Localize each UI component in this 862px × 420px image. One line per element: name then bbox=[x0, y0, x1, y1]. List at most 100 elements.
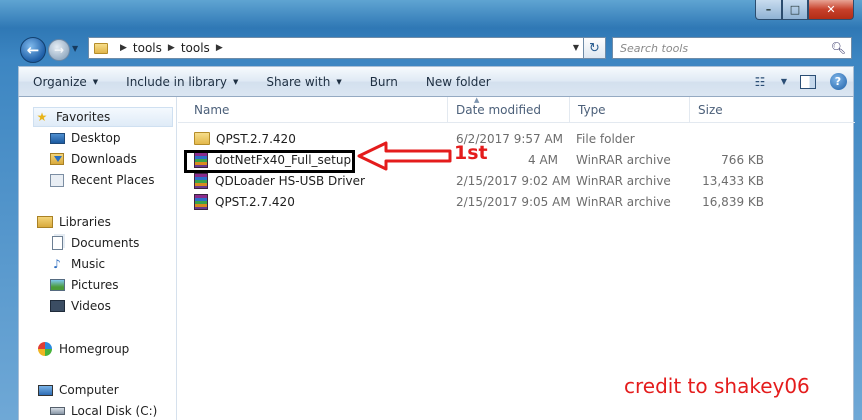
nav-item-libraries[interactable]: Libraries bbox=[37, 212, 111, 232]
file-size: 13,433 KB bbox=[702, 173, 764, 188]
navigation-pane: ★ Favorites Desktop Downloads Recent Pla… bbox=[19, 97, 177, 420]
nav-item-local-disk[interactable]: Local Disk (C:) bbox=[49, 401, 157, 420]
nav-label: Libraries bbox=[59, 215, 111, 229]
folder-icon bbox=[94, 42, 108, 54]
column-header-type[interactable]: Type bbox=[570, 97, 690, 123]
nav-item-pictures[interactable]: Pictures bbox=[49, 275, 119, 295]
winrar-icon bbox=[194, 151, 208, 168]
nav-item-downloads[interactable]: Downloads bbox=[49, 149, 137, 169]
nav-label: Recent Places bbox=[71, 173, 155, 187]
nav-label: Favorites bbox=[56, 110, 111, 124]
column-header-date[interactable]: Date modified bbox=[448, 97, 570, 123]
chevron-right-icon[interactable]: ▶ bbox=[120, 43, 127, 53]
file-size: 16,839 KB bbox=[702, 194, 764, 209]
search-icon[interactable]: 🔍︎ bbox=[831, 41, 846, 55]
chevron-right-icon[interactable]: ▶ bbox=[168, 43, 175, 53]
nav-label: Downloads bbox=[71, 152, 137, 166]
organize-label: Organize bbox=[33, 74, 87, 89]
caption-buttons: – □ ✕ bbox=[755, 0, 854, 20]
nav-label: Videos bbox=[71, 299, 111, 313]
chevron-down-icon: ▼ bbox=[92, 77, 99, 86]
refresh-button[interactable]: ↻ bbox=[584, 37, 606, 59]
videos-icon bbox=[49, 300, 65, 312]
nav-label: Homegroup bbox=[59, 342, 130, 356]
arrow-right-icon: → bbox=[53, 43, 65, 57]
help-icon: ? bbox=[829, 73, 847, 90]
file-size bbox=[664, 128, 764, 149]
file-row[interactable]: QPST.2.7.420 2/15/2017 9:05 AM WinRAR ar… bbox=[178, 191, 855, 212]
nav-item-videos[interactable]: Videos bbox=[49, 296, 111, 316]
share-with-button[interactable]: Share with ▼ bbox=[252, 67, 355, 96]
new-folder-label: New folder bbox=[425, 74, 491, 89]
burn-button[interactable]: Burn bbox=[356, 67, 412, 96]
folder-icon bbox=[194, 132, 210, 145]
back-button[interactable]: ← bbox=[20, 37, 46, 63]
red-arrow-annotation bbox=[357, 141, 452, 171]
nav-item-documents[interactable]: Documents bbox=[49, 233, 139, 253]
column-header-label: Size bbox=[698, 103, 723, 117]
nav-label: Local Disk (C:) bbox=[71, 404, 158, 418]
file-date: 4 AM bbox=[528, 152, 559, 167]
command-bar: Organize ▼ Include in library ▼ Share with… bbox=[18, 66, 854, 97]
column-header-row: ▲ Name Date modified Type Size bbox=[178, 96, 855, 123]
file-row[interactable]: dotNetFx40_Full_setup 4 AM WinRAR archiv… bbox=[178, 149, 855, 170]
forward-button[interactable]: → bbox=[48, 39, 70, 61]
view-list-icon: ☷ bbox=[754, 74, 766, 89]
documents-icon bbox=[51, 236, 63, 250]
preview-pane-button[interactable] bbox=[793, 67, 823, 96]
chevron-right-icon[interactable]: ▶ bbox=[216, 43, 223, 53]
nav-item-favorites[interactable]: ★ Favorites bbox=[33, 107, 173, 127]
view-options-dropdown[interactable]: ▼ bbox=[775, 67, 793, 96]
winrar-icon bbox=[194, 172, 208, 189]
column-header-label: Type bbox=[578, 103, 606, 117]
change-view-button[interactable]: ☷ bbox=[745, 67, 775, 96]
nav-label: Computer bbox=[59, 383, 119, 397]
refresh-icon: ↻ bbox=[589, 40, 600, 56]
search-input[interactable] bbox=[620, 41, 820, 55]
computer-icon bbox=[37, 384, 53, 396]
chevron-down-icon: ▼ bbox=[233, 77, 239, 86]
explorer-window: – □ ✕ ← → ▼ ▶ tools ▶ tools ▶ ▼ ↻ 🔍︎ Org… bbox=[0, 0, 862, 420]
organize-button[interactable]: Organize ▼ bbox=[19, 67, 112, 96]
new-folder-button[interactable]: New folder bbox=[412, 67, 505, 96]
desktop-icon bbox=[49, 132, 65, 144]
nav-item-recent-places[interactable]: Recent Places bbox=[49, 170, 154, 190]
nav-label: Documents bbox=[71, 236, 140, 250]
file-name: QDLoader HS-USB Driver bbox=[215, 173, 365, 188]
file-row[interactable]: QPST.2.7.420 6/2/2017 9:57 AM File folde… bbox=[178, 128, 855, 149]
chevron-down-icon[interactable]: ▼ bbox=[573, 43, 579, 52]
nav-item-homegroup[interactable]: Homegroup bbox=[37, 339, 129, 359]
search-box[interactable]: 🔍︎ bbox=[612, 37, 852, 59]
minimize-button[interactable]: – bbox=[755, 0, 782, 20]
nav-item-music[interactable]: ♪ Music bbox=[49, 254, 105, 274]
pictures-icon bbox=[49, 279, 65, 291]
help-button[interactable]: ? bbox=[823, 67, 853, 96]
nav-item-computer[interactable]: Computer bbox=[37, 380, 119, 400]
file-name: QPST.2.7.420 bbox=[216, 131, 296, 146]
file-name: QPST.2.7.420 bbox=[215, 194, 295, 209]
chevron-down-icon: ▼ bbox=[780, 77, 788, 86]
file-row[interactable]: QDLoader HS-USB Driver 2/15/2017 9:02 AM… bbox=[178, 170, 855, 191]
maximize-button[interactable]: □ bbox=[782, 0, 808, 20]
winrar-icon bbox=[194, 193, 208, 210]
step-annotation: 1st bbox=[454, 142, 488, 164]
file-name: dotNetFx40_Full_setup bbox=[215, 152, 352, 167]
file-type: WinRAR archive bbox=[576, 194, 671, 209]
file-type: File folder bbox=[576, 131, 635, 146]
homegroup-icon bbox=[38, 342, 52, 356]
column-header-label: Date modified bbox=[456, 103, 542, 117]
address-bar[interactable]: ▶ tools ▶ tools ▶ ▼ bbox=[88, 37, 584, 59]
nav-item-desktop[interactable]: Desktop bbox=[49, 128, 121, 148]
arrow-left-icon: ← bbox=[26, 41, 40, 59]
recent-pages-dropdown[interactable]: ▼ bbox=[72, 44, 78, 53]
breadcrumb-item[interactable]: tools bbox=[133, 41, 162, 55]
column-header-name[interactable]: Name bbox=[186, 97, 448, 123]
include-in-library-label: Include in library bbox=[126, 74, 228, 89]
include-in-library-button[interactable]: Include in library ▼ bbox=[112, 67, 252, 96]
chevron-down-icon: ▼ bbox=[336, 77, 342, 86]
file-date: 2/15/2017 9:05 AM bbox=[456, 194, 571, 209]
burn-label: Burn bbox=[369, 74, 398, 89]
column-header-size[interactable]: Size bbox=[690, 97, 770, 123]
close-button[interactable]: ✕ bbox=[808, 0, 854, 20]
breadcrumb-item[interactable]: tools bbox=[181, 41, 210, 55]
